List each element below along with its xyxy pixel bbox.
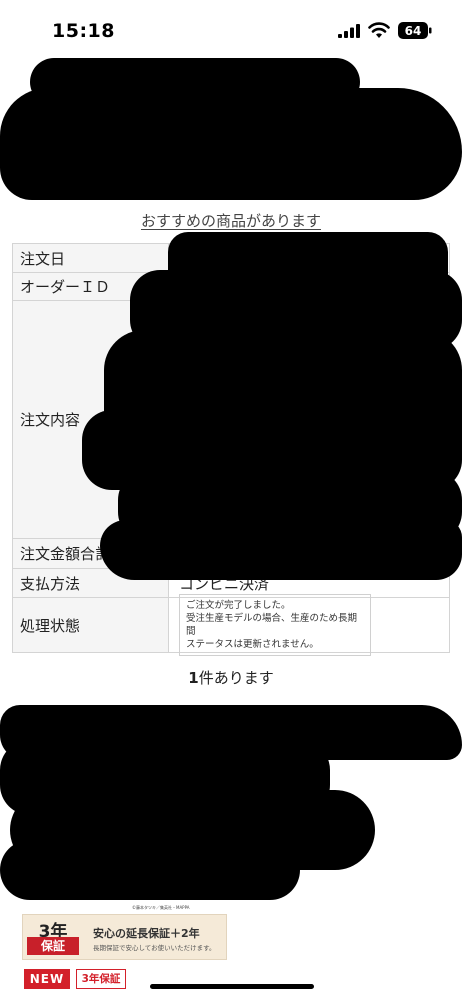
battery-level: 64 <box>405 24 422 38</box>
result-count: 1件あります <box>188 669 274 687</box>
redacted-area <box>0 840 300 900</box>
battery-icon: 64 <box>398 22 432 39</box>
order-date-label: 注文日 <box>13 244 169 272</box>
extended-warranty-banner[interactable]: 3年 保証 安心の延長保証＋2年 長期保証で安心してお使いいただけます。 <box>22 914 227 960</box>
banner-subtitle: 長期保証で安心してお使いいただけます。 <box>93 944 216 952</box>
warranty-badge: 3年 保証 <box>27 917 79 957</box>
status-line: 受注生産モデルの場合、生産のため長期間 <box>186 613 358 637</box>
badge-ribbon: 保証 <box>27 937 79 955</box>
new-tag: NEW <box>24 969 70 989</box>
banner-title: 安心の延長保証＋2年 <box>93 927 200 940</box>
status-bar: 15:18 64 <box>0 0 462 60</box>
status-time: 15:18 <box>52 20 115 42</box>
redacted-area <box>100 520 462 580</box>
redacted-area <box>0 88 462 200</box>
home-indicator[interactable] <box>150 984 314 989</box>
copyright-note: ©藤本タツキ／集英社・MAPPA <box>132 905 190 910</box>
cellular-signal-icon <box>338 24 360 38</box>
warranty-tag: 3年保証 <box>76 969 126 989</box>
table-row: 処理状態 ご注文が完了しました。 受注生産モデルの場合、生産のため長期間 ステー… <box>13 594 449 656</box>
status-message-box: ご注文が完了しました。 受注生産モデルの場合、生産のため長期間 ステータスは更新… <box>179 594 371 656</box>
processing-status-value: ご注文が完了しました。 受注生産モデルの場合、生産のため長期間 ステータスは更新… <box>169 594 449 656</box>
recommend-products-link[interactable]: おすすめの商品があります <box>0 210 462 231</box>
wifi-icon <box>368 22 390 38</box>
status-line: ステータスは更新されません。 <box>186 639 319 650</box>
processing-status-label: 処理状態 <box>13 598 169 652</box>
status-line: ご注文が完了しました。 <box>186 600 291 611</box>
